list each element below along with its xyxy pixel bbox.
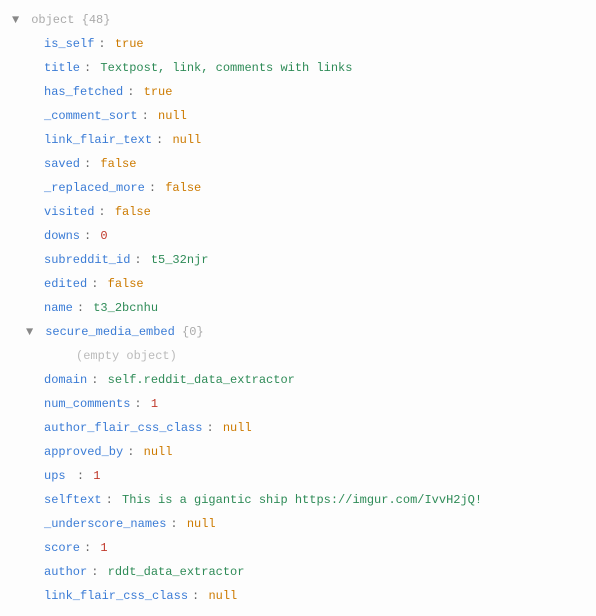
- prop-row[interactable]: _replaced_more: false: [4, 176, 592, 200]
- prop-value: false: [165, 181, 201, 195]
- prop-key: title: [44, 61, 80, 75]
- object-root[interactable]: ▼ object {48}: [4, 8, 592, 32]
- prop-key: approved_by: [44, 445, 123, 459]
- prop-key: link_flair_text: [44, 133, 152, 147]
- prop-key: downs: [44, 229, 80, 243]
- prop-value: Textpost, link, comments with links: [100, 61, 352, 75]
- prop-row[interactable]: saved: false: [4, 152, 592, 176]
- prop-count: {0}: [182, 325, 204, 339]
- prop-value: true: [115, 37, 144, 51]
- empty-object-row: (empty object): [4, 344, 592, 368]
- prop-value: self.reddit_data_extractor: [108, 373, 295, 387]
- prop-key: link_flair_css_class: [44, 589, 188, 603]
- prop-row[interactable]: is_self: true: [4, 32, 592, 56]
- prop-key: saved: [44, 157, 80, 171]
- prop-value: t3_2bcnhu: [93, 301, 158, 315]
- prop-row[interactable]: has_fetched: true: [4, 80, 592, 104]
- prop-key: visited: [44, 205, 94, 219]
- prop-row[interactable]: approved_by: null: [4, 440, 592, 464]
- prop-row[interactable]: num_comments: 1: [4, 392, 592, 416]
- prop-key: _comment_sort: [44, 109, 138, 123]
- prop-row[interactable]: subreddit_id: t5_32njr: [4, 248, 592, 272]
- nested-object-row[interactable]: ▼ secure_media_embed {0}: [4, 320, 592, 344]
- prop-row[interactable]: title: Textpost, link, comments with lin…: [4, 56, 592, 80]
- prop-value: This is a gigantic ship https://imgur.co…: [122, 493, 482, 507]
- prop-key: selftext: [44, 493, 102, 507]
- prop-row[interactable]: downs: 0: [4, 224, 592, 248]
- prop-row[interactable]: score: 1: [4, 536, 592, 560]
- prop-value: false: [108, 277, 144, 291]
- json-tree: ▼ object {48}is_self: truetitle: Textpos…: [4, 8, 592, 608]
- collapse-toggle[interactable]: ▼: [12, 11, 24, 29]
- prop-key: _replaced_more: [44, 181, 145, 195]
- prop-key: author: [44, 565, 87, 579]
- prop-value: 0: [100, 229, 107, 243]
- prop-key: is_self: [44, 37, 94, 51]
- prop-value: t5_32njr: [151, 253, 209, 267]
- prop-value: false: [100, 157, 136, 171]
- prop-key: secure_media_embed: [45, 325, 175, 339]
- prop-row[interactable]: selftext: This is a gigantic ship https:…: [4, 488, 592, 512]
- prop-value: null: [144, 445, 173, 459]
- prop-count: {48}: [82, 13, 111, 27]
- prop-value: rddt_data_extractor: [108, 565, 245, 579]
- prop-row[interactable]: visited: false: [4, 200, 592, 224]
- prop-key: name: [44, 301, 73, 315]
- prop-key: edited: [44, 277, 87, 291]
- prop-value: false: [115, 205, 151, 219]
- prop-row[interactable]: link_flair_text: null: [4, 128, 592, 152]
- prop-row[interactable]: author: rddt_data_extractor: [4, 560, 592, 584]
- prop-value: 1: [93, 469, 100, 483]
- prop-row[interactable]: _comment_sort: null: [4, 104, 592, 128]
- prop-value: true: [144, 85, 173, 99]
- type-label: object: [31, 13, 74, 27]
- prop-key: domain: [44, 373, 87, 387]
- prop-value: null: [172, 133, 201, 147]
- prop-row[interactable]: edited: false: [4, 272, 592, 296]
- prop-key: num_comments: [44, 397, 130, 411]
- prop-row[interactable]: author_flair_css_class: null: [4, 416, 592, 440]
- empty-object-label: (empty object): [76, 349, 177, 363]
- prop-value: null: [208, 589, 237, 603]
- prop-value: 1: [151, 397, 158, 411]
- prop-value: 1: [100, 541, 107, 555]
- prop-row[interactable]: _underscore_names: null: [4, 512, 592, 536]
- collapse-toggle[interactable]: ▼: [26, 323, 38, 341]
- prop-row[interactable]: domain: self.reddit_data_extractor: [4, 368, 592, 392]
- prop-key: score: [44, 541, 80, 555]
- prop-key: _underscore_names: [44, 517, 166, 531]
- prop-key: subreddit_id: [44, 253, 130, 267]
- prop-key: has_fetched: [44, 85, 123, 99]
- prop-row[interactable]: ups : 1: [4, 464, 592, 488]
- prop-row[interactable]: name: t3_2bcnhu: [4, 296, 592, 320]
- prop-value: null: [158, 109, 187, 123]
- prop-key: ups: [44, 469, 73, 483]
- prop-value: null: [187, 517, 216, 531]
- prop-key: author_flair_css_class: [44, 421, 202, 435]
- prop-row[interactable]: link_flair_css_class: null: [4, 584, 592, 608]
- prop-value: null: [223, 421, 252, 435]
